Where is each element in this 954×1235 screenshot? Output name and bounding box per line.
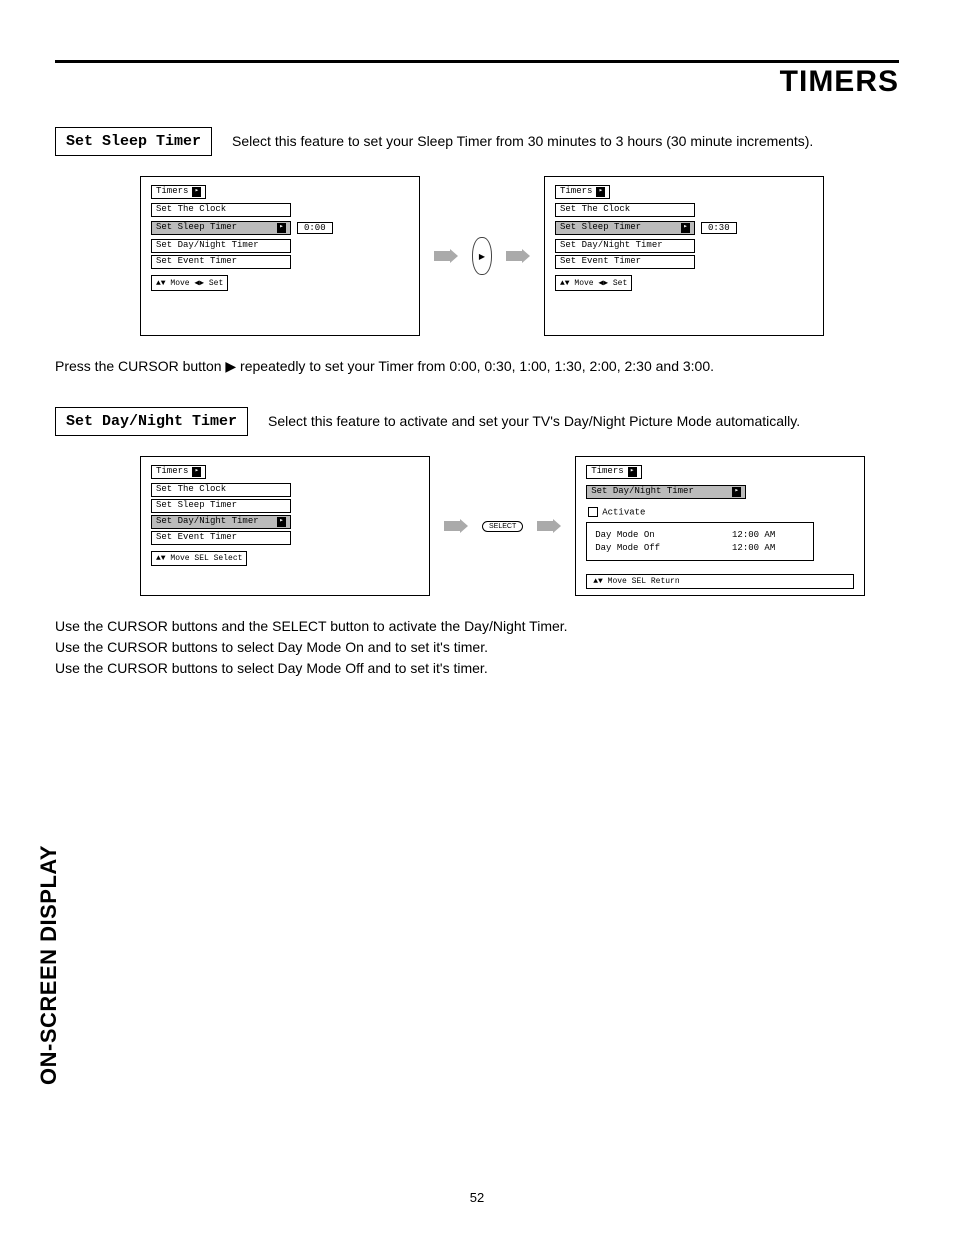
arrow-right-icon — [434, 249, 458, 263]
osd-screen-sleep-after: Timers▸ Set The Clock Set Sleep Timer▸ 0… — [544, 176, 824, 336]
osd-screen-daynight-detail: Timers▸ Set Day/Night Timer▸ Activate Da… — [575, 456, 865, 596]
sleep-value-after: 0:30 — [701, 222, 737, 234]
osd-screen-sleep-before: Timers▸ Set The Clock Set Sleep Timer▸ 0… — [140, 176, 420, 336]
sleep-value-before: 0:00 — [297, 222, 333, 234]
section-label-sleep: Set Sleep Timer — [55, 127, 212, 156]
select-button: SELECT — [482, 521, 523, 532]
page-number: 52 — [0, 1190, 954, 1205]
cursor-right-button: ▶ — [472, 237, 492, 275]
activate-checkbox — [588, 507, 598, 517]
side-tab-label: ON-SCREEN DISPLAY — [38, 845, 60, 1085]
osd-screen-daynight-menu: Timers▸ Set The Clock Set Sleep Timer Se… — [140, 456, 430, 596]
arrow-right-icon — [506, 249, 530, 263]
section-desc-daynight: Select this feature to activate and set … — [268, 412, 800, 430]
section1-instruction: Press the CURSOR button ▶ repeatedly to … — [55, 356, 899, 377]
section2-instruction: Use the CURSOR buttons and the SELECT bu… — [55, 616, 899, 679]
arrow-right-icon — [537, 519, 561, 533]
page-title: TIMERS — [55, 67, 899, 97]
section-label-daynight: Set Day/Night Timer — [55, 407, 248, 436]
section-desc-sleep: Select this feature to set your Sleep Ti… — [232, 132, 813, 150]
arrow-right-icon — [444, 519, 468, 533]
